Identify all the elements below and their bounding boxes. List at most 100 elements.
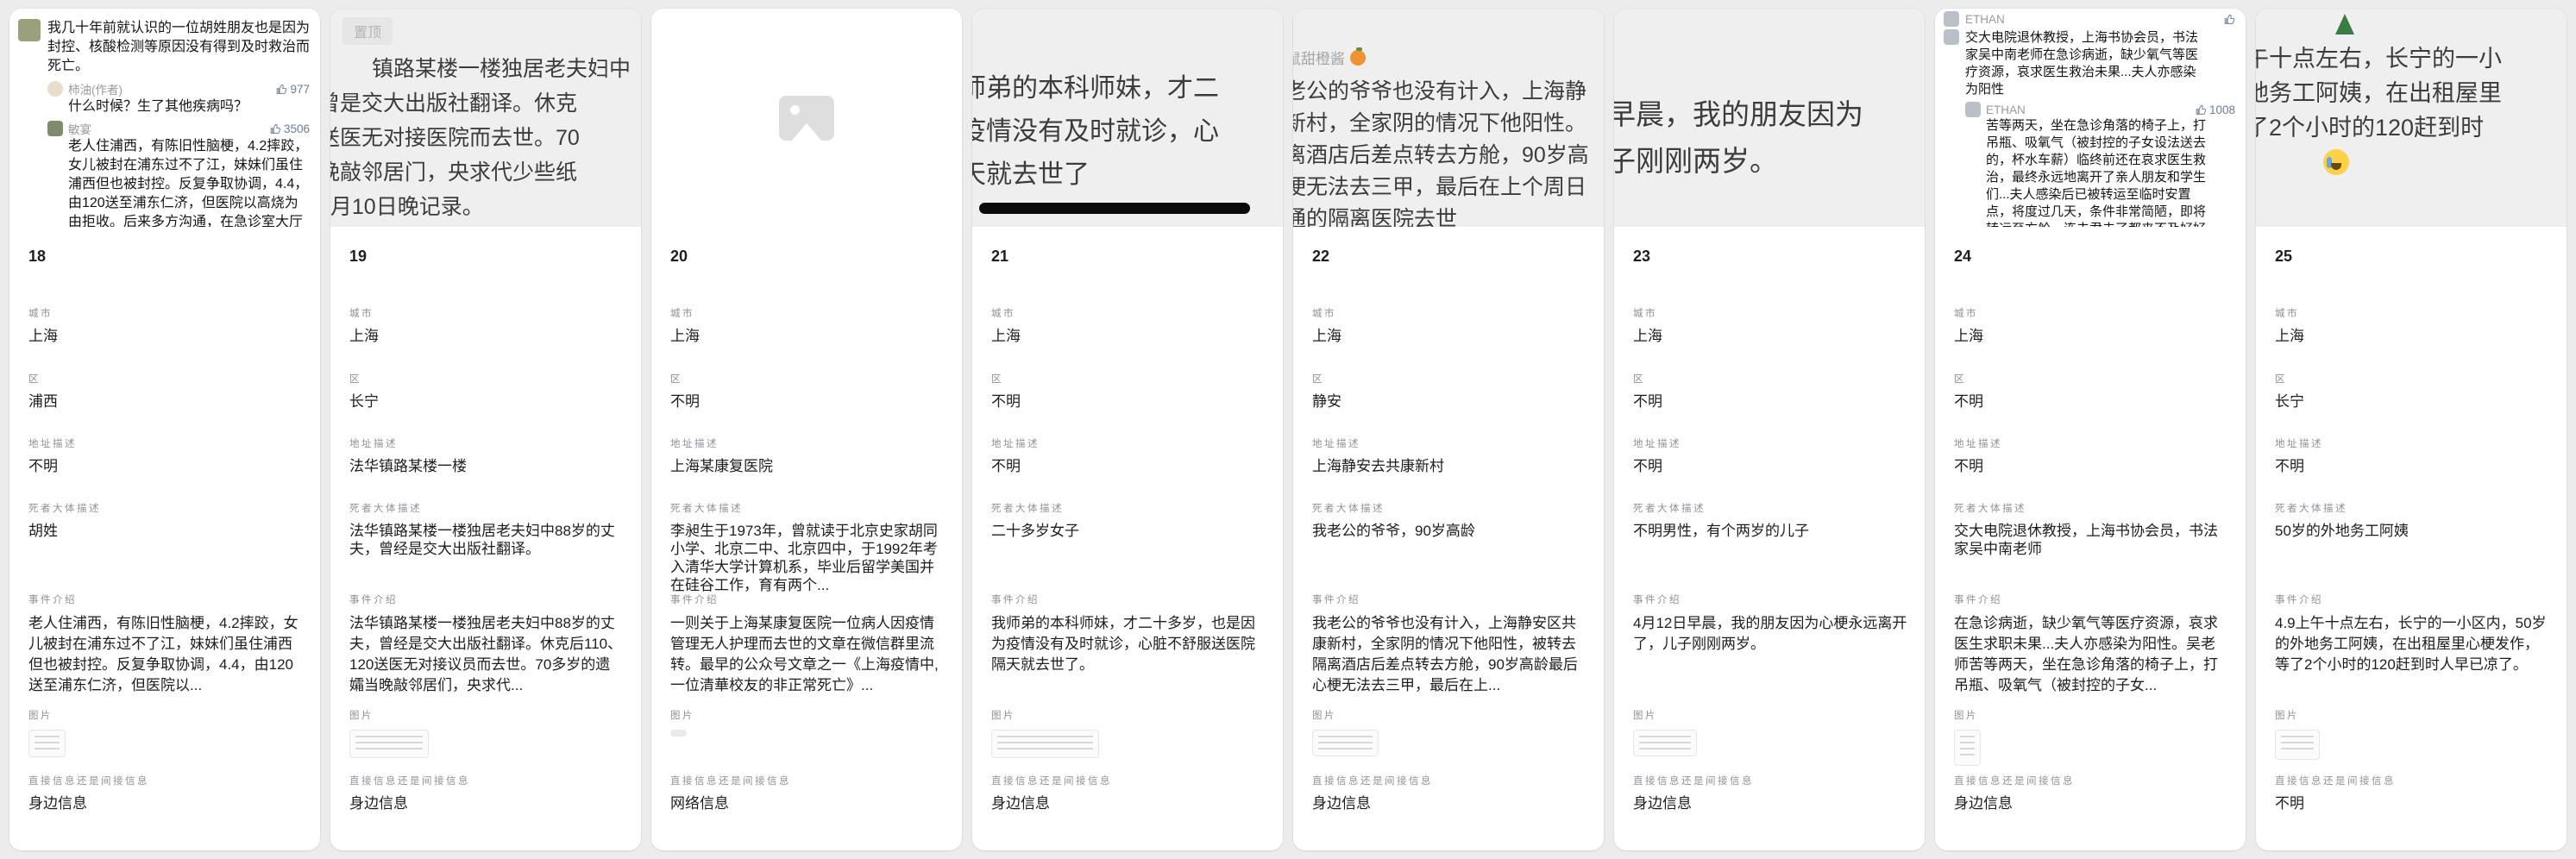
field-direct: 直接信息还是间接信息 身边信息 — [1633, 774, 1907, 812]
field-event-label: 事件介绍 — [991, 593, 1266, 606]
record-fields: 21 城市 上海 区 不明 地址描述 不明 死者大体描述 二十多岁女子 — [972, 227, 1283, 850]
screenshot-text-line: 老公的爷爷也没有计入，上海静 — [1293, 76, 1604, 108]
field-deceased: 死者大体描述 50岁的外地务工阿姨 — [2275, 501, 2549, 540]
record-number: 20 — [670, 248, 688, 266]
field-district-value: 长宁 — [2275, 392, 2549, 411]
field-deceased-label: 死者大体描述 — [1954, 501, 2228, 515]
record-fields: 18 城市 上海 区 浦西 地址描述 不明 死者大体描述 胡姓 — [9, 227, 320, 850]
avatar — [47, 121, 63, 136]
field-city-value: 上海 — [349, 327, 624, 345]
commenter-name: 敏宴 — [68, 120, 91, 137]
screenshot-text: 镇路某楼一楼独居老夫妇中曾是交大出版社翻译。休克送医无对接医院而去世。70晚敲邻… — [330, 52, 641, 224]
pine-tree-emoji — [2335, 14, 2354, 34]
field-deceased-value: 不明男性，有个两岁的儿子 — [1633, 522, 1907, 540]
field-event: 事件介绍 我师弟的本科师妹，才二十多岁，也是因为疫情没有及时就诊，心脏不舒服送医… — [991, 593, 1266, 675]
record-fields: 23 城市 上海 区 不明 地址描述 不明 死者大体描述 不明男性，有个两岁的儿… — [1614, 227, 1925, 850]
orange-emoji — [1350, 50, 1366, 66]
record-card[interactable]: ETHAN交大电院退休教授，上海书协会员，书法家吴中南老师在急诊病逝，缺少氧气等… — [1935, 9, 2246, 850]
field-city: 城市 上海 — [670, 306, 945, 345]
field-deceased-label: 死者大体描述 — [2275, 501, 2549, 515]
field-district-label: 区 — [1633, 372, 1907, 386]
field-district: 区 浦西 — [28, 372, 303, 411]
field-direct: 直接信息还是间接信息 身边信息 — [349, 774, 624, 812]
field-deceased: 死者大体描述 李昶生于1973年，曾就读于北京史家胡同小学、北京二中、北京四中，… — [670, 501, 945, 594]
field-direct-label: 直接信息还是间接信息 — [28, 774, 303, 787]
field-city-label: 城市 — [2275, 306, 2549, 320]
field-image-label: 图片 — [28, 708, 303, 722]
field-district-value: 不明 — [1954, 392, 2228, 411]
field-district-value: 不明 — [1633, 392, 1907, 411]
field-image: 图片 — [670, 708, 945, 737]
thumbs-up-icon — [2196, 104, 2207, 116]
wechat-screenshot-thumbnail[interactable] — [991, 730, 1099, 758]
record-card[interactable]: 鼠甜橙酱老公的爷爷也没有计入，上海静新村，全家阴的情况下他阳性。离酒店后差点转去… — [1293, 9, 1604, 850]
field-direct-label: 直接信息还是间接信息 — [349, 774, 624, 787]
record-card[interactable]: 师弟的本科师妹，才二疫情没有及时就诊，心天就去世了 21 城市 上海 区 不明 … — [972, 9, 1283, 850]
redaction-bar — [979, 203, 1250, 214]
record-image[interactable]: 置顶镇路某楼一楼独居老夫妇中曾是交大出版社翻译。休克送医无对接医院而去世。70晚… — [330, 9, 641, 227]
field-district: 区 长宁 — [2275, 372, 2549, 411]
screenshot-text: 早晨，我的朋友因为子刚刚两岁。 — [1614, 91, 1925, 185]
field-address-value: 上海某康复医院 — [670, 457, 945, 475]
field-deceased-label: 死者大体描述 — [1633, 501, 1907, 515]
wechat-screenshot-thumbnail[interactable] — [1954, 730, 1981, 766]
field-deceased-label: 死者大体描述 — [1312, 501, 1586, 515]
record-fields: 20 城市 上海 区 不明 地址描述 上海某康复医院 死者大体描述 李昶生于19… — [651, 227, 962, 850]
record-image[interactable]: 师弟的本科师妹，才二疫情没有及时就诊，心天就去世了 — [972, 9, 1283, 227]
field-address-value: 不明 — [28, 457, 303, 475]
record-number: 18 — [28, 248, 46, 266]
field-image-label: 图片 — [349, 708, 624, 722]
commenter-name: 柿油(作者) — [68, 80, 123, 97]
like-count — [2224, 14, 2235, 25]
field-district-label: 区 — [1954, 372, 2228, 386]
wechat-screenshot-thumbnail[interactable] — [2275, 730, 2320, 760]
record-image[interactable]: 鼠甜橙酱老公的爷爷也没有计入，上海静新村，全家阴的情况下他阳性。离酒店后差点转去… — [1293, 9, 1604, 227]
record-number: 21 — [991, 248, 1008, 266]
field-direct: 直接信息还是间接信息 身边信息 — [28, 774, 303, 812]
wechat-screenshot-thumbnail[interactable] — [1312, 730, 1379, 756]
field-direct: 直接信息还是间接信息 身边信息 — [1954, 774, 2228, 812]
field-event-value: 老人住浦西，有陈旧性脑梗，4.2摔跤，女儿被封在浦东过不了江，妹妹们虽住浦西但也… — [28, 613, 303, 696]
field-image-label: 图片 — [1312, 708, 1586, 722]
record-fields: 24 城市 上海 区 不明 地址描述 不明 死者大体描述 交大电院退休教授，上海… — [1935, 227, 2246, 850]
field-image: 图片 — [1633, 708, 1907, 756]
record-card[interactable]: 20 城市 上海 区 不明 地址描述 上海某康复医院 死者大体描述 李昶生于19… — [651, 9, 962, 850]
record-card[interactable]: 置顶镇路某楼一楼独居老夫妇中曾是交大出版社翻译。休克送医无对接医院而去世。70晚… — [330, 9, 641, 850]
crying-face-emoji — [2323, 149, 2349, 175]
field-district: 区 不明 — [1954, 372, 2228, 411]
record-image[interactable] — [651, 9, 962, 227]
screenshot-text-line: 天就去世了 — [972, 154, 1283, 197]
field-event-value: 法华镇路某楼一楼独居老夫妇中88岁的丈夫，曾经是交大出版社翻译。休克后110、1… — [349, 613, 624, 696]
loading-thumbnail[interactable] — [670, 730, 687, 737]
screenshot-text-line: 午十点左右，长宁的一小 — [2256, 41, 2567, 76]
field-district-value: 长宁 — [349, 392, 624, 411]
screenshot-text-line: 师弟的本科师妹，才二 — [972, 67, 1283, 110]
wechat-screenshot-thumbnail[interactable] — [1633, 730, 1697, 756]
screenshot-text-line: 4月10日晚记录。 — [330, 190, 641, 224]
wechat-screenshot-thumbnail[interactable] — [28, 730, 66, 757]
field-deceased-label: 死者大体描述 — [349, 501, 624, 515]
like-number: 3506 — [284, 122, 310, 135]
field-deceased-value: 我老公的爷爷，90岁高龄 — [1312, 522, 1586, 540]
reply-text: 老人住浦西，有陈旧性脑梗，4.2摔跤，女儿被封在浦东过不了江，妹妹们虽住浦西但也… — [68, 137, 310, 227]
record-card[interactable]: 我几十年前就认识的一位胡姓朋友也是因为封控、核酸检测等原因没有得到及时救治而死亡… — [9, 9, 320, 850]
field-deceased: 死者大体描述 交大电院退休教授，上海书协会员，书法家吴中南老师 — [1954, 501, 2228, 558]
record-card[interactable]: 早晨，我的朋友因为子刚刚两岁。 23 城市 上海 区 不明 地址描述 不明 死者… — [1614, 9, 1925, 850]
record-image[interactable]: 我几十年前就认识的一位胡姓朋友也是因为封控、核酸检测等原因没有得到及时救治而死亡… — [9, 9, 320, 227]
avatar — [1944, 11, 1959, 27]
record-image[interactable]: ETHAN交大电院退休教授，上海书协会员，书法家吴中南老师在急诊病逝，缺少氧气等… — [1935, 9, 2246, 227]
wechat-screenshot-thumbnail[interactable] — [349, 730, 429, 758]
author-name: 鼠甜橙酱 — [1293, 47, 1345, 68]
field-image-label: 图片 — [1633, 708, 1907, 722]
record-image[interactable]: 早晨，我的朋友因为子刚刚两岁。 — [1614, 9, 1925, 227]
field-image-label: 图片 — [670, 708, 945, 722]
field-district-value: 不明 — [670, 392, 945, 411]
record-card[interactable]: 午十点左右，长宁的一小地务工阿姨，在出租屋里了2个小时的120赶到时 25 城市… — [2256, 9, 2567, 850]
field-district: 区 不明 — [670, 372, 945, 411]
field-district-value: 浦西 — [28, 392, 303, 411]
field-city-label: 城市 — [991, 306, 1266, 320]
avatar — [1965, 102, 1981, 117]
like-count: 1008 — [2196, 103, 2235, 116]
record-image[interactable]: 午十点左右，长宁的一小地务工阿姨，在出租屋里了2个小时的120赶到时 — [2256, 9, 2567, 227]
field-event-label: 事件介绍 — [670, 593, 945, 606]
